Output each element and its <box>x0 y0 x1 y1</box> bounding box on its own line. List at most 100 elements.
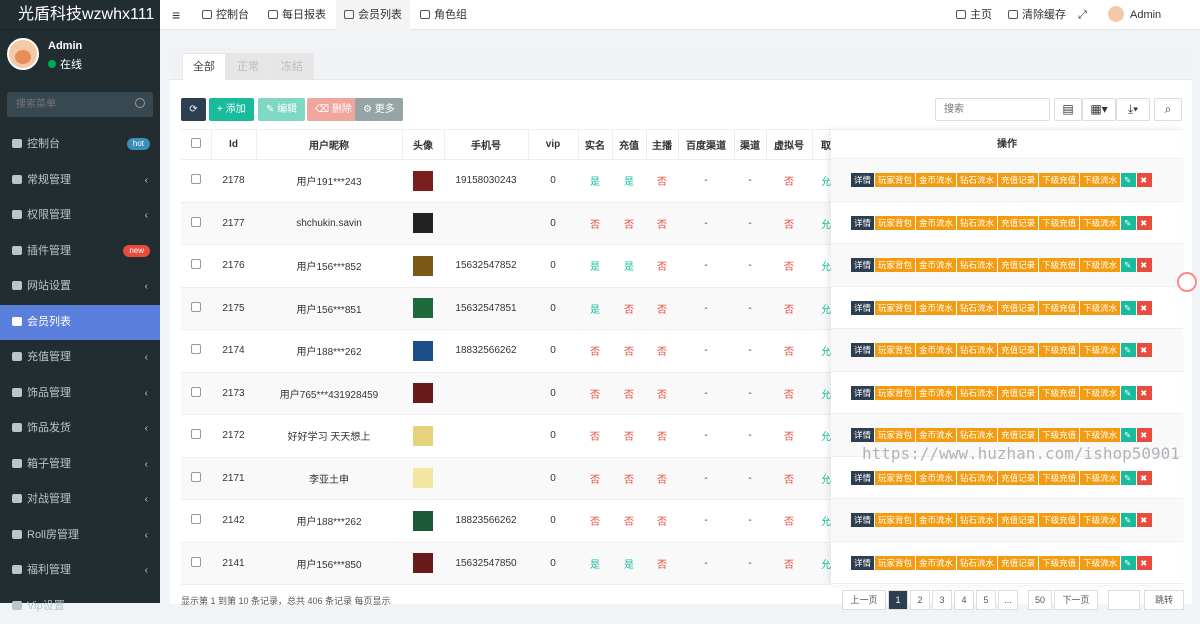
op-button[interactable]: 下级充值 <box>1039 471 1079 485</box>
row-checkbox[interactable] <box>181 542 211 585</box>
column-header[interactable]: 虚拟号 <box>766 130 812 160</box>
float-widget-icon[interactable] <box>1177 272 1197 292</box>
column-header[interactable]: 充值 <box>612 130 646 160</box>
search-icon[interactable]: ⌕ <box>1154 98 1182 121</box>
op-button[interactable]: 充值记录 <box>998 556 1038 570</box>
more-button[interactable]: ⚙ 更多 <box>355 98 403 121</box>
op-button[interactable]: 玩家背包 <box>875 428 915 442</box>
row-avatar[interactable] <box>402 202 444 245</box>
op-button[interactable]: 下级充值 <box>1039 301 1079 315</box>
edit-icon[interactable]: ✎ <box>1121 258 1136 272</box>
edit-icon[interactable]: ✎ <box>1121 386 1136 400</box>
menu-toggle-icon[interactable]: ≡ <box>172 0 180 30</box>
sidebar-item[interactable]: 控制台hot <box>0 127 160 163</box>
op-button[interactable]: 下级流水 <box>1080 301 1120 315</box>
column-header[interactable]: 渠道 <box>734 130 766 160</box>
table-row[interactable]: 2177shchukin.savin0否否否--否允许普通 <box>181 202 880 245</box>
op-button[interactable]: 充值记录 <box>998 386 1038 400</box>
op-button[interactable]: 钻石流水 <box>957 216 997 230</box>
row-checkbox[interactable] <box>181 500 211 543</box>
op-button[interactable]: 金币流水 <box>916 258 956 272</box>
tab-all[interactable]: 全部 <box>182 53 226 80</box>
op-button[interactable]: 详情 <box>851 343 874 357</box>
op-button[interactable]: 详情 <box>851 556 874 570</box>
edit-icon[interactable]: ✎ <box>1121 471 1136 485</box>
delete-icon[interactable]: ✖ <box>1137 301 1152 315</box>
edit-icon[interactable]: ✎ <box>1121 428 1136 442</box>
row-avatar[interactable] <box>402 160 444 203</box>
page-button[interactable]: 下一页 <box>1054 590 1098 610</box>
page-button[interactable]: 4 <box>954 590 974 610</box>
columns-icon[interactable]: ▦▾ <box>1082 98 1116 121</box>
op-button[interactable]: 充值记录 <box>998 301 1038 315</box>
edit-button[interactable]: ✎ 编辑 <box>258 98 305 121</box>
table-row[interactable]: 2141用户156***850156325478500是是否--否允许普通 <box>181 542 880 585</box>
search-icon[interactable] <box>135 98 145 108</box>
op-button[interactable]: 下级充值 <box>1039 556 1079 570</box>
column-header[interactable]: 实名 <box>578 130 612 160</box>
op-button[interactable]: 充值记录 <box>998 258 1038 272</box>
delete-button[interactable]: ⌫ 删除 <box>307 98 360 121</box>
op-button[interactable]: 下级充值 <box>1039 216 1079 230</box>
op-button[interactable]: 钻石流水 <box>957 258 997 272</box>
op-button[interactable]: 玩家背包 <box>875 556 915 570</box>
page-jump-input[interactable] <box>1108 590 1140 610</box>
row-checkbox[interactable] <box>181 287 211 330</box>
row-avatar[interactable] <box>402 500 444 543</box>
page-button[interactable]: 3 <box>932 590 952 610</box>
op-button[interactable]: 详情 <box>851 301 874 315</box>
tab-dashboard[interactable]: 控制台 <box>202 0 249 30</box>
select-all-checkbox[interactable] <box>181 130 211 160</box>
row-avatar[interactable] <box>402 542 444 585</box>
row-checkbox[interactable] <box>181 245 211 288</box>
delete-icon[interactable]: ✖ <box>1137 556 1152 570</box>
add-button[interactable]: + 添加 <box>209 98 254 121</box>
row-avatar[interactable] <box>402 415 444 458</box>
toggle-view-icon[interactable]: ▤ <box>1054 98 1082 121</box>
op-button[interactable]: 玩家背包 <box>875 216 915 230</box>
row-checkbox[interactable] <box>181 330 211 373</box>
op-button[interactable]: 下级流水 <box>1080 343 1120 357</box>
delete-icon[interactable]: ✖ <box>1137 173 1152 187</box>
column-header[interactable]: 手机号 <box>444 130 528 160</box>
page-button[interactable]: 1 <box>888 590 908 610</box>
row-checkbox[interactable] <box>181 202 211 245</box>
delete-icon[interactable]: ✖ <box>1137 343 1152 357</box>
op-button[interactable]: 详情 <box>851 386 874 400</box>
op-button[interactable]: 充值记录 <box>998 343 1038 357</box>
op-button[interactable]: 下级充值 <box>1039 258 1079 272</box>
op-button[interactable]: 充值记录 <box>998 513 1038 527</box>
refresh-button[interactable]: ⟳ <box>181 98 206 121</box>
column-header[interactable]: 百度渠道 <box>678 130 734 160</box>
home-link[interactable]: 主页 <box>956 0 992 30</box>
export-icon[interactable]: ⤓▾ <box>1116 98 1150 121</box>
column-header[interactable]: 主播 <box>646 130 678 160</box>
sidebar-item[interactable]: 充值管理‹ <box>0 340 160 376</box>
op-button[interactable]: 玩家背包 <box>875 343 915 357</box>
edit-icon[interactable]: ✎ <box>1121 301 1136 315</box>
row-checkbox[interactable] <box>181 372 211 415</box>
op-button[interactable]: 玩家背包 <box>875 386 915 400</box>
op-button[interactable]: 玩家背包 <box>875 258 915 272</box>
table-row[interactable]: 2172好好学习 天天想上0否否否--否允许普通 <box>181 415 880 458</box>
sidebar-item[interactable]: Vip设置 <box>0 589 160 624</box>
op-button[interactable]: 金币流水 <box>916 428 956 442</box>
op-button[interactable]: 详情 <box>851 428 874 442</box>
op-button[interactable]: 充值记录 <box>998 471 1038 485</box>
op-button[interactable]: 详情 <box>851 216 874 230</box>
table-row[interactable]: 2176用户156***852156325478520是是否--否允许普通 <box>181 245 880 288</box>
op-button[interactable]: 详情 <box>851 513 874 527</box>
delete-icon[interactable]: ✖ <box>1137 216 1152 230</box>
op-button[interactable]: 玩家背包 <box>875 301 915 315</box>
op-button[interactable]: 金币流水 <box>916 556 956 570</box>
row-checkbox[interactable] <box>181 457 211 500</box>
op-button[interactable]: 金币流水 <box>916 173 956 187</box>
page-button[interactable]: 上一页 <box>842 590 886 610</box>
row-avatar[interactable] <box>402 287 444 330</box>
op-button[interactable]: 下级流水 <box>1080 258 1120 272</box>
row-checkbox[interactable] <box>181 160 211 203</box>
edit-icon[interactable]: ✎ <box>1121 173 1136 187</box>
table-search-input[interactable] <box>935 98 1050 121</box>
column-header[interactable]: vip <box>528 130 578 160</box>
tab-normal[interactable]: 正常 <box>226 53 270 80</box>
